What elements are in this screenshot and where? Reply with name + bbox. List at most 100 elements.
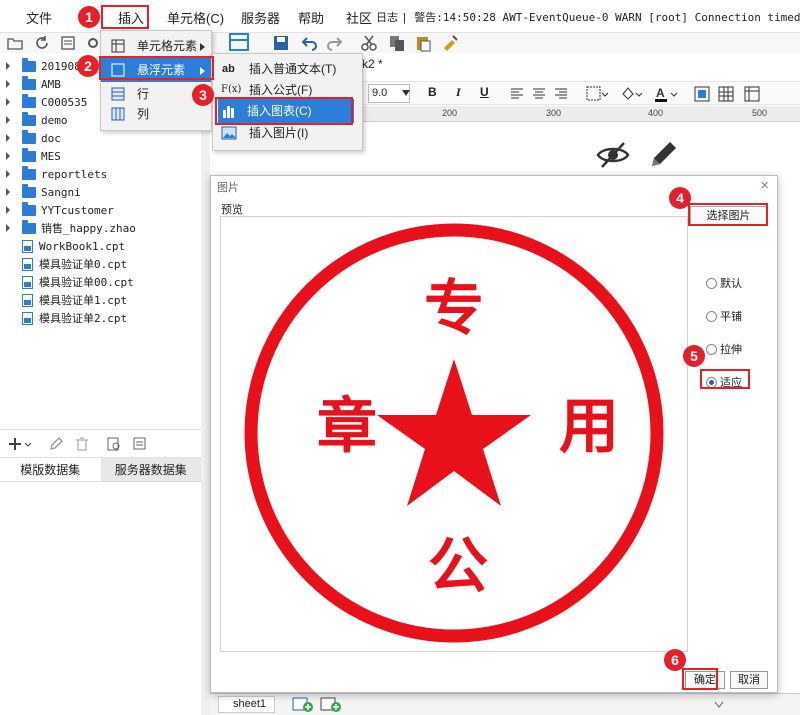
step-badge: 4 <box>669 187 691 209</box>
add-sheet-alt-icon[interactable] <box>320 697 342 712</box>
sheet-tab[interactable]: sheet1 <box>218 696 276 713</box>
pencil-icon[interactable] <box>648 138 678 170</box>
highlight-fit-option <box>700 369 750 389</box>
format-painter-icon[interactable] <box>441 34 459 52</box>
format-toolbar: 9.0 B I U A <box>360 81 800 105</box>
tree-folder[interactable]: 201908 <box>4 57 81 75</box>
open-folder-icon[interactable] <box>6 34 24 52</box>
radio-tile[interactable]: 平铺 <box>706 308 742 324</box>
add-sheet-icon[interactable] <box>292 697 314 712</box>
tree-label: WorkBook1.cpt <box>39 239 126 253</box>
tree-folder[interactable]: doc <box>4 129 61 147</box>
delete-icon[interactable] <box>74 436 90 452</box>
cut-icon[interactable] <box>360 34 378 52</box>
expand-arrow-icon[interactable] <box>4 152 12 160</box>
fill-color-icon[interactable] <box>620 86 642 102</box>
menu-community[interactable]: 社区 <box>346 8 372 27</box>
undo-icon[interactable] <box>300 34 318 52</box>
bold-button[interactable]: B <box>428 85 437 99</box>
tree-folder[interactable]: MES <box>4 147 61 165</box>
tree-folder[interactable]: C000535 <box>4 93 87 111</box>
add-dataset-icon[interactable] <box>8 436 32 452</box>
menu-file[interactable]: 文件 <box>26 8 52 27</box>
folder-icon <box>22 57 36 72</box>
radio-icon[interactable] <box>706 310 717 322</box>
insert-menu: 单元格元素 悬浮元素 行 列 <box>100 30 212 131</box>
tree-folder[interactable]: demo <box>4 111 68 129</box>
tree-file[interactable]: WorkBook1.cpt <box>4 237 125 255</box>
menu-item-cell-element[interactable]: 单元格元素 <box>101 34 211 58</box>
panel-splitter[interactable] <box>201 53 210 693</box>
tab-server-datasets[interactable]: 服务器数据集 <box>100 458 201 481</box>
close-icon[interactable]: × <box>760 177 769 194</box>
save-icon[interactable] <box>272 34 290 52</box>
menu-help[interactable]: 帮助 <box>298 8 324 27</box>
step-badge: 3 <box>192 84 214 106</box>
layout-icon[interactable] <box>228 31 250 53</box>
log-warning-text: | 警告:14:50:28 AWT-EventQueue-0 WARN [roo… <box>401 11 800 24</box>
redo-icon[interactable] <box>326 34 344 52</box>
expand-arrow-icon[interactable] <box>4 224 12 232</box>
edit-icon[interactable] <box>48 436 64 452</box>
italic-button[interactable]: I <box>456 85 461 100</box>
expand-arrow-icon[interactable] <box>4 170 12 178</box>
svg-text:A: A <box>656 86 665 100</box>
chevron-down-icon[interactable] <box>402 90 410 96</box>
paste-icon[interactable] <box>414 34 432 52</box>
align-center-icon[interactable] <box>532 87 546 101</box>
cancel-button[interactable]: 取消 <box>730 671 768 689</box>
copy-icon[interactable] <box>388 34 406 52</box>
expand-arrow-icon[interactable] <box>4 206 12 214</box>
radio-stretch[interactable]: 拉伸 <box>706 341 742 357</box>
align-left-icon[interactable] <box>510 87 524 101</box>
log-label[interactable]: 日志 <box>376 12 398 24</box>
menu-server[interactable]: 服务器 <box>241 8 280 27</box>
template-icon[interactable] <box>59 34 77 52</box>
expand-arrow-icon[interactable] <box>4 98 12 106</box>
expand-arrow-icon[interactable] <box>4 62 12 70</box>
border-icon[interactable] <box>586 86 608 102</box>
stamp-char-right: 用 <box>559 392 619 462</box>
tree-folder[interactable]: reportlets <box>4 165 107 183</box>
expand-arrow-icon[interactable] <box>4 188 12 196</box>
ruler-mark: 400 <box>648 108 664 118</box>
tree-folder[interactable]: YYTcustomer <box>4 201 114 219</box>
tree-file[interactable]: 模具验证单2.cpt <box>4 309 127 327</box>
tree-label: 模具验证单2.cpt <box>39 312 128 325</box>
sheet-tab-label: sheet1 <box>233 698 267 710</box>
folder-icon <box>22 147 36 162</box>
expand-arrow-icon[interactable] <box>4 116 12 124</box>
underline-button[interactable]: U <box>480 85 489 99</box>
dataset-settings-icon[interactable] <box>132 436 148 452</box>
tree-file[interactable]: 模具验证单1.cpt <box>4 291 127 309</box>
tree-file[interactable]: 模具验证单00.cpt <box>4 273 134 291</box>
highlight-choose-image <box>688 203 768 226</box>
menu-cell[interactable]: 单元格(C) <box>167 8 224 27</box>
radio-icon[interactable] <box>706 277 717 289</box>
tree-folder[interactable]: AMB <box>4 75 61 93</box>
table-icon[interactable] <box>744 86 760 102</box>
grid-icon[interactable] <box>718 86 734 102</box>
document-tab[interactable]: k2 * <box>362 57 383 71</box>
chevron-down-icon[interactable] <box>714 701 724 709</box>
tree-label: MES <box>41 149 61 163</box>
tab-template-datasets[interactable]: 模版数据集 <box>0 458 101 481</box>
tree-folder[interactable]: Sangni <box>4 183 81 201</box>
image-icon <box>221 126 237 140</box>
image-preview: 专 章 用 公 <box>220 216 688 652</box>
radio-label: 默认 <box>720 278 742 290</box>
hide-icon[interactable] <box>596 140 630 170</box>
merge-cells-icon[interactable] <box>694 86 710 102</box>
preview-dataset-icon[interactable] <box>106 436 122 452</box>
report-file-icon <box>22 257 33 271</box>
tree-folder[interactable]: 销售_happy.zhao <box>4 219 136 237</box>
menu-item-column[interactable]: 列 <box>101 102 211 126</box>
radio-icon[interactable] <box>706 343 717 355</box>
expand-arrow-icon[interactable] <box>4 80 12 88</box>
align-right-icon[interactable] <box>554 87 568 101</box>
expand-arrow-icon[interactable] <box>4 134 12 142</box>
refresh-icon[interactable] <box>33 34 51 52</box>
tree-file[interactable]: 模具验证单0.cpt <box>4 255 127 273</box>
radio-default[interactable]: 默认 <box>706 275 742 291</box>
font-color-icon[interactable]: A <box>654 85 678 103</box>
